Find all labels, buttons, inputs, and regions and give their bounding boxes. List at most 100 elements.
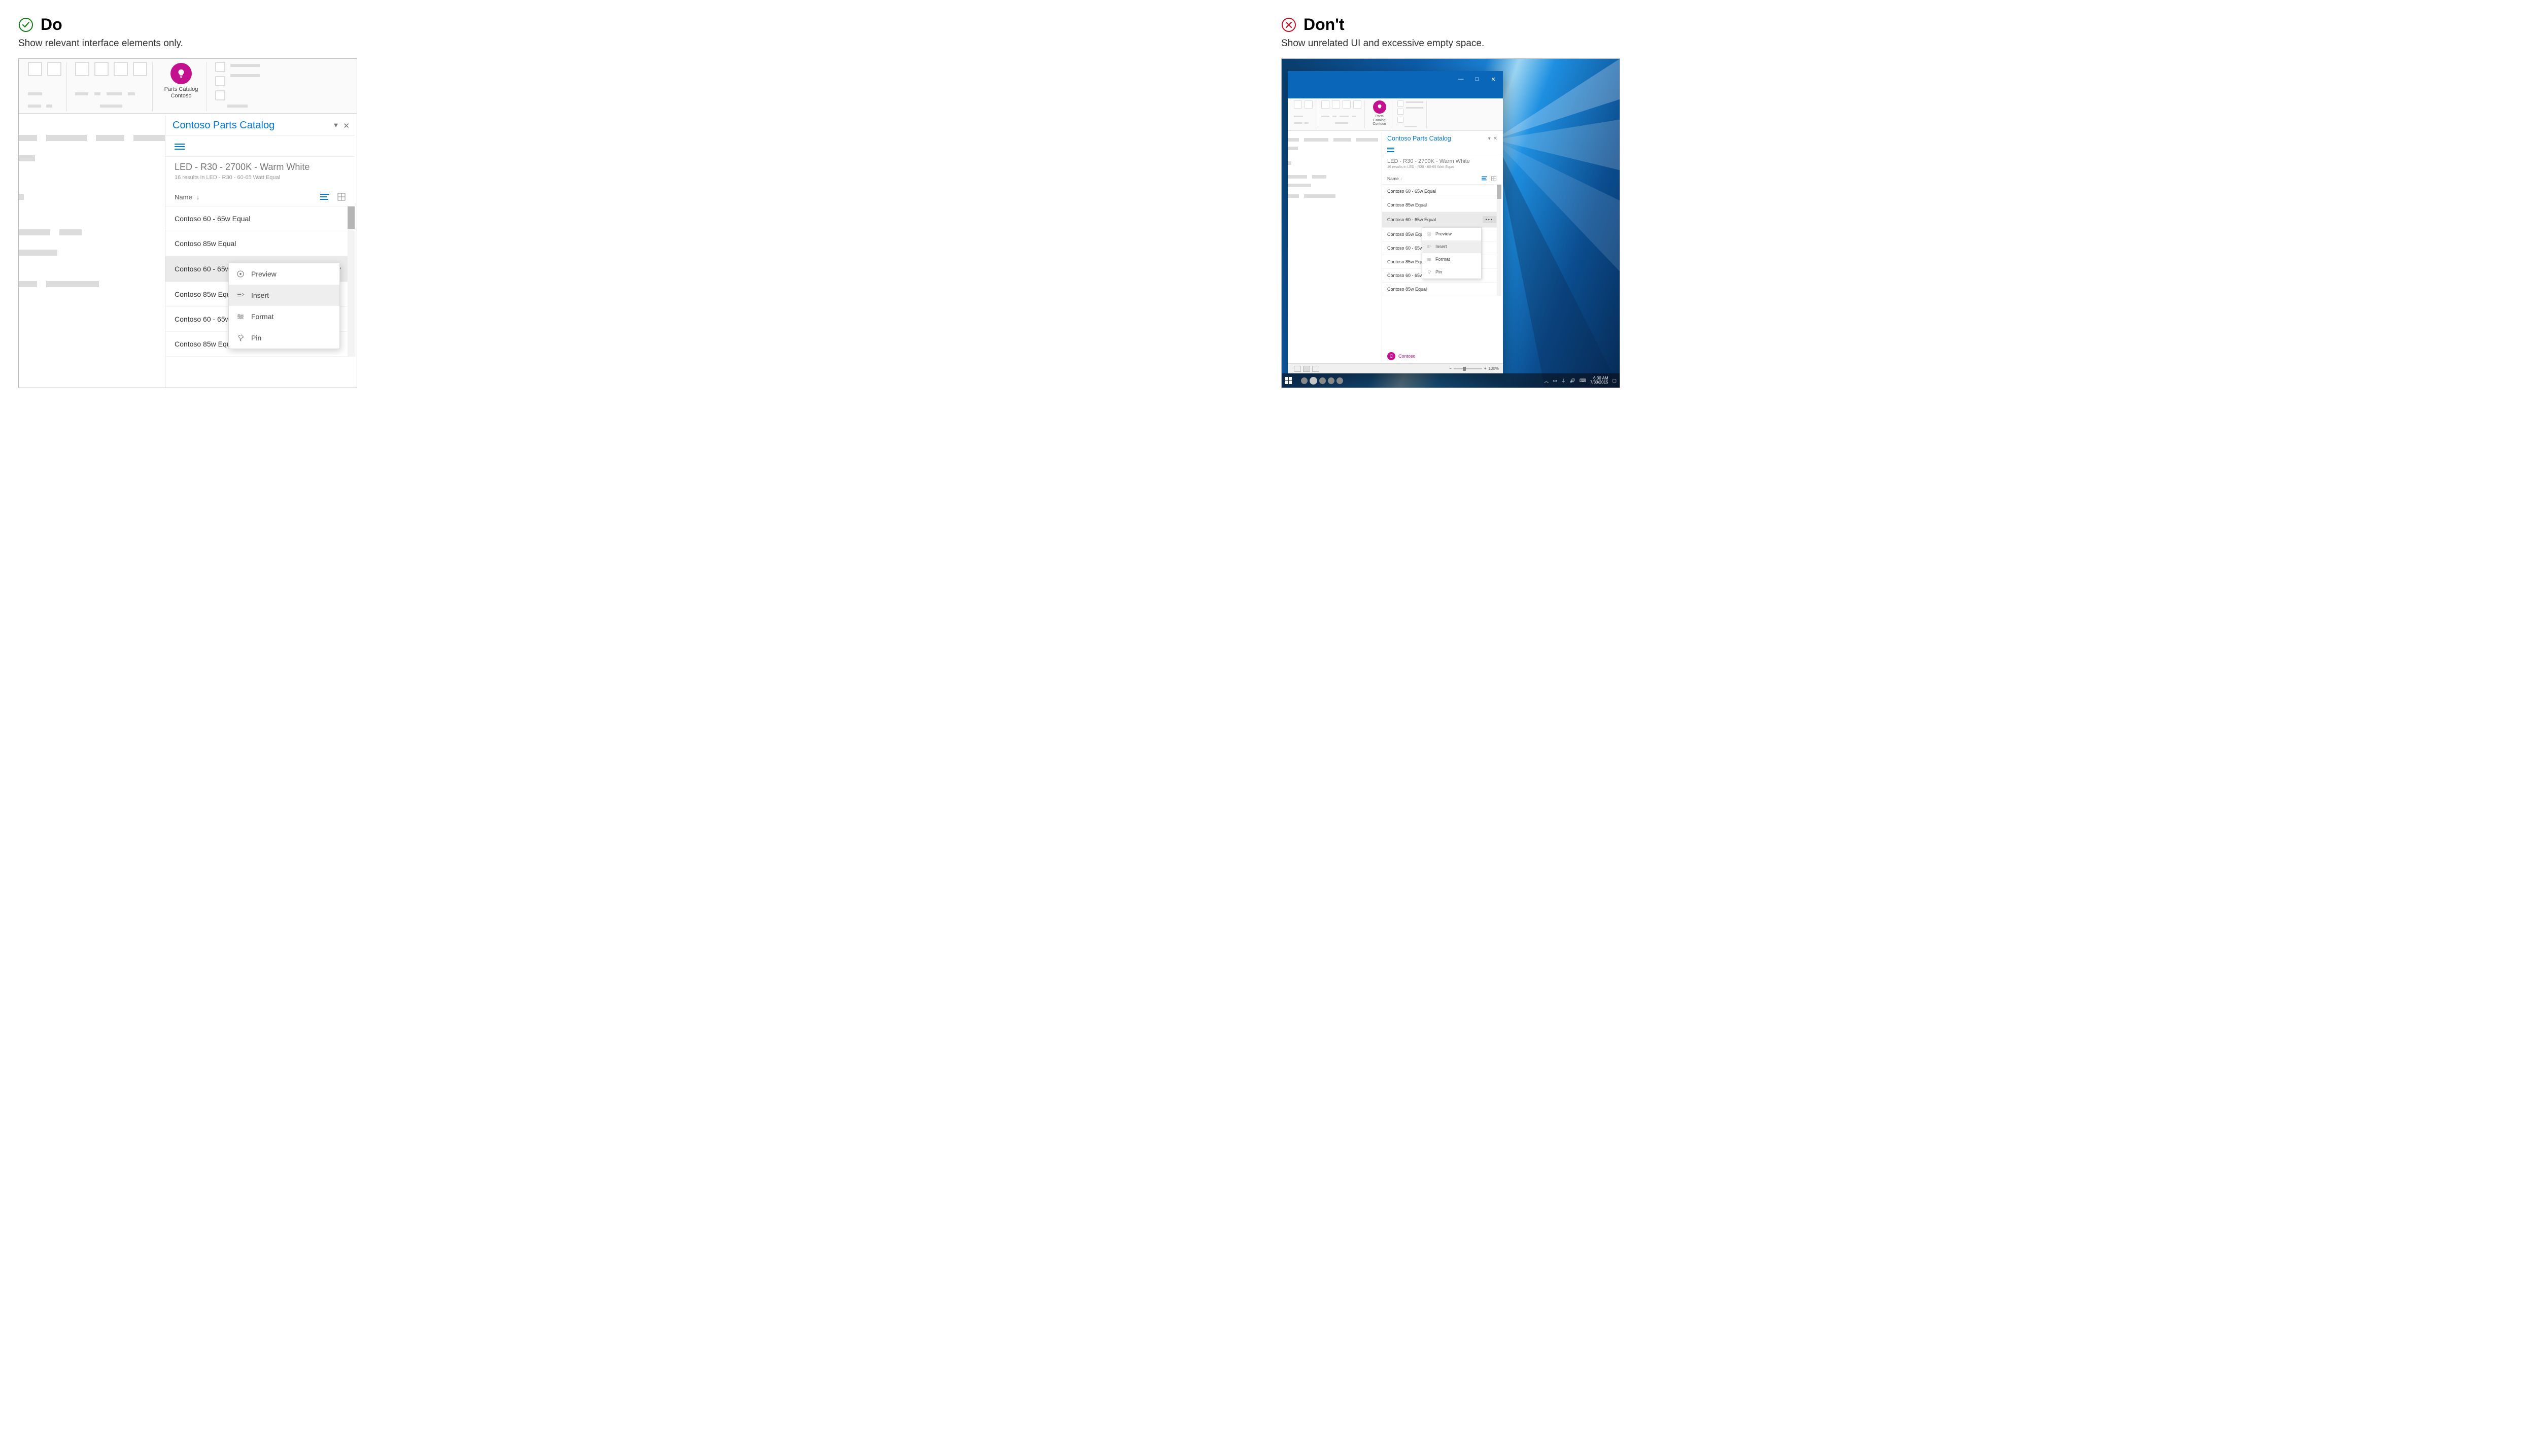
context-menu-pin[interactable]: Pin [229,327,339,349]
sort-direction-icon[interactable]: ↓ [1400,176,1402,181]
tray-keyboard-icon[interactable]: ⌨ [1580,378,1586,384]
ribbon-button-placeholder[interactable] [215,76,225,86]
dont-example-screenshot: ― □ ✕ [1281,58,1620,388]
system-clock[interactable]: 6:30 AM 7/30/2015 [1590,376,1608,385]
preview-icon [1426,231,1432,237]
task-pane: Contoso Parts Catalog ▾✕ LED - R30 - 270… [1382,132,1501,362]
grid-view-icon[interactable] [337,193,346,201]
zoom-in-button[interactable]: + [1484,366,1487,371]
brand-footer[interactable]: C Contoso [1387,352,1416,360]
window-tabstrip [1288,87,1503,98]
pin-icon [236,333,245,342]
zoom-level[interactable]: 100% [1489,366,1499,371]
taskbar-app-icon[interactable] [1310,377,1317,385]
tray-battery-icon[interactable]: ▭ [1553,378,1557,384]
parts-catalog-ribbon-button[interactable]: Parts Catalog Contoso [161,62,201,99]
dont-title: Don't [1304,15,1344,34]
tray-notifications-icon[interactable]: ▢ [1612,378,1617,384]
taskbar-app-icon[interactable] [1301,377,1308,384]
window-minimize-button[interactable]: ― [1453,73,1468,85]
task-pane-title: Contoso Parts Catalog [173,120,275,131]
insert-icon [1426,244,1432,250]
context-menu-format[interactable]: Format [229,306,339,327]
taskbar-app-icon[interactable] [1319,377,1326,384]
insert-icon [236,291,245,300]
ribbon-button-placeholder[interactable] [133,62,147,76]
view-button[interactable] [1294,366,1301,372]
tray-chevron-icon[interactable]: ︿ [1544,377,1549,384]
start-button[interactable] [1285,377,1292,384]
status-bar: − + 100% [1288,363,1503,373]
windows-taskbar[interactable]: ︿ ▭ ⏚ 🔊 ⌨ 6:30 AM 7/30/2015 ▢ [1282,373,1620,388]
zoom-slider[interactable] [1454,368,1482,369]
sort-direction-icon[interactable]: ↓ [196,193,200,201]
dont-subtitle: Show unrelated UI and excessive empty sp… [1281,38,2519,49]
ribbon-button-label-2: Contoso [164,93,198,99]
context-menu: Preview Insert Format Pin [228,263,340,349]
context-menu-pin[interactable]: Pin [1422,266,1481,279]
window-maximize-button[interactable]: □ [1469,73,1485,85]
hamburger-menu-button[interactable] [1382,144,1501,156]
task-pane-close-icon[interactable]: ✕ [343,121,350,130]
window-close-button[interactable]: ✕ [1486,73,1501,85]
sort-column-label[interactable]: Name [175,193,192,201]
zoom-out-button[interactable]: − [1449,366,1452,371]
do-title: Do [41,15,62,34]
list-item[interactable]: Contoso 85w Equal [1382,283,1501,296]
ribbon-button-placeholder[interactable] [215,62,225,72]
context-menu-preview[interactable]: Preview [229,263,339,285]
ribbon-button-placeholder[interactable] [114,62,128,76]
tray-network-icon[interactable]: ⏚ [1561,377,1566,384]
do-subtitle: Show relevant interface elements only. [18,38,1256,49]
grid-view-icon[interactable] [1491,176,1496,181]
list-item[interactable]: Contoso 60 - 65w Equal [1382,185,1501,198]
view-button[interactable] [1312,366,1319,372]
list-item[interactable]: Contoso 85w Equal [165,231,355,256]
more-actions-button[interactable]: ••• [1483,216,1496,223]
preview-icon [236,269,245,279]
ribbon-button-placeholder[interactable] [75,62,89,76]
window-titlebar[interactable]: ― □ ✕ [1288,71,1503,87]
ribbon-button-placeholder[interactable] [94,62,109,76]
list-item-selected[interactable]: Contoso 60 - 65w Equal ••• [1382,212,1501,228]
check-circle-icon [18,17,33,32]
context-menu-format[interactable]: Format [1422,253,1481,266]
task-pane-close-icon[interactable]: ✕ [1493,136,1497,142]
task-pane: Contoso Parts Catalog ▼ ✕ LED - R30 - 27… [165,116,355,388]
list-view-icon[interactable] [320,193,329,200]
task-pane-dropdown-icon[interactable]: ▼ [333,121,339,130]
taskbar-app-icon[interactable] [1336,377,1343,384]
scrollbar-thumb[interactable] [1497,185,1501,199]
breadcrumb-subtitle: 16 results in LED - R30 - 60-65 Watt Equ… [175,175,346,181]
context-menu-insert[interactable]: Insert [1422,240,1481,253]
list-view-icon[interactable] [1482,176,1487,181]
format-icon [1426,257,1432,262]
x-circle-icon [1281,17,1296,32]
do-example-screenshot: Parts Catalog Contoso [18,58,357,388]
brand-avatar-icon: C [1387,352,1395,360]
ribbon-button-label-1: Parts Catalog [164,86,198,93]
dont-column: Don't Show unrelated UI and excessive em… [1281,15,2519,388]
context-menu-insert[interactable]: Insert [229,285,339,306]
scrollbar-thumb[interactable] [348,206,355,229]
view-button[interactable] [1303,366,1310,372]
context-menu-preview[interactable]: Preview [1422,228,1481,240]
context-menu: Preview Insert Format [1422,227,1482,279]
scrollbar-track[interactable] [1497,185,1501,296]
format-icon [236,312,245,321]
ribbon-button-placeholder[interactable] [28,62,42,76]
taskbar-app-icon[interactable] [1328,377,1334,384]
list-item[interactable]: Contoso 85w Equal [1382,198,1501,212]
ribbon-button-placeholder[interactable] [215,90,225,100]
ribbon: Parts Catalog Contoso [19,59,357,114]
ribbon-button-placeholder[interactable] [47,62,61,76]
hamburger-menu-button[interactable] [165,136,355,156]
ribbon: Parts Catalog Contoso [1288,98,1503,131]
list-item[interactable]: Contoso 60 - 65w Equal [165,206,355,231]
task-pane-dropdown-icon[interactable]: ▾ [1488,136,1491,142]
scrollbar-track[interactable] [348,206,355,357]
lightbulb-icon [1373,100,1386,114]
tray-volume-icon[interactable]: 🔊 [1570,378,1575,384]
lightbulb-icon [170,63,192,84]
app-window: ― □ ✕ [1288,71,1503,373]
